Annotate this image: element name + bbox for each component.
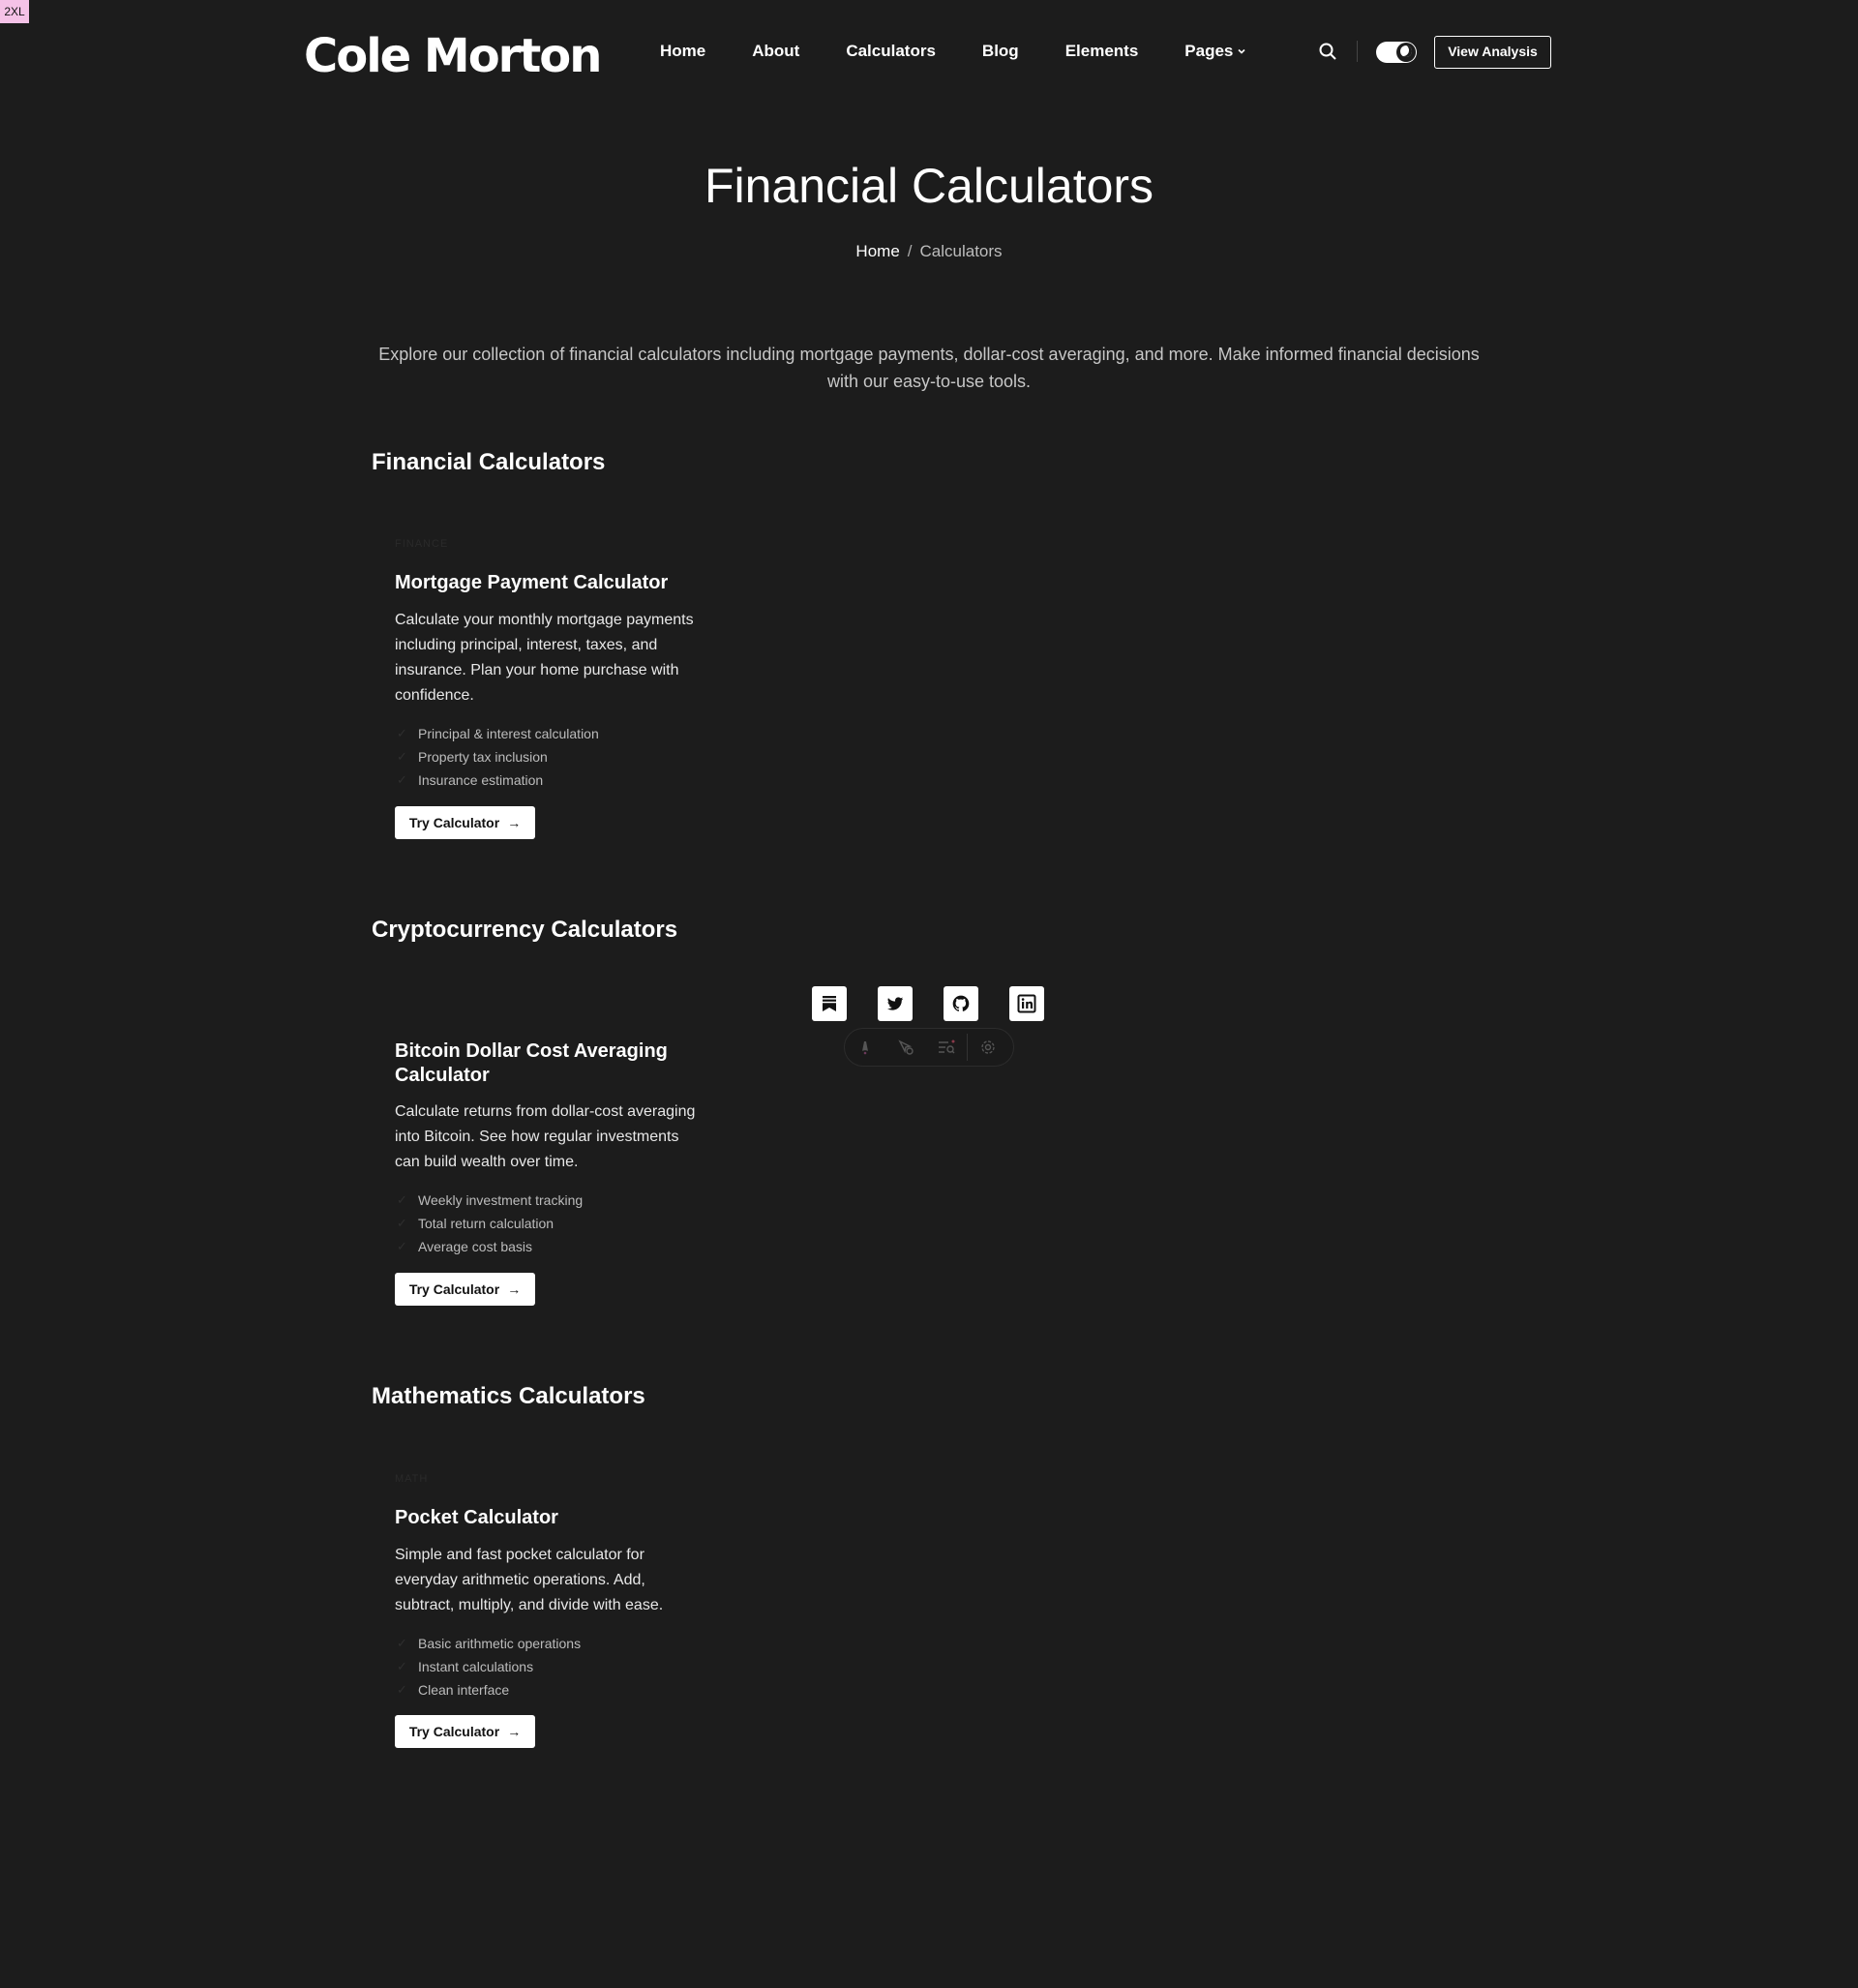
header-divider bbox=[1357, 41, 1358, 62]
nav-pages[interactable]: Pages bbox=[1184, 39, 1246, 64]
theme-toggle[interactable] bbox=[1376, 42, 1417, 63]
try-calculator-label: Try Calculator bbox=[408, 815, 500, 830]
feature-list: ✓ Basic arithmetic operations ✓ Instant ca… bbox=[395, 1632, 581, 1702]
site-header: Cole Morton Home About Calculators Blog … bbox=[0, 0, 1858, 103]
audit-tool-button[interactable] bbox=[926, 1028, 967, 1067]
astro-tool-button[interactable] bbox=[845, 1028, 885, 1067]
try-calculator-label: Try Calculator bbox=[408, 1281, 500, 1297]
list-item: ✓ Weekly investment tracking bbox=[395, 1189, 583, 1212]
astro-icon bbox=[862, 1041, 868, 1055]
section-title-mathematics: Mathematics Calculators bbox=[372, 1383, 645, 1409]
list-item: ✓ Total return calculation bbox=[395, 1212, 583, 1235]
list-item: ✓ Average cost basis bbox=[395, 1235, 583, 1258]
check-icon: ✓ bbox=[397, 749, 407, 764]
try-calculator-button[interactable]: Try Calculator → bbox=[395, 1273, 535, 1306]
nav-calculators-label: Calculators bbox=[846, 42, 936, 60]
floating-toolbar bbox=[844, 1028, 1014, 1067]
list-item: ✓ Instant calculations bbox=[395, 1655, 581, 1678]
search-icon bbox=[1319, 43, 1336, 60]
arrow-right-icon: → bbox=[507, 1724, 522, 1739]
card-title[interactable]: Mortgage Payment Calculator bbox=[395, 571, 704, 595]
breadcrumb: Home / Calculators bbox=[0, 240, 1858, 263]
card-category: MATH bbox=[395, 1473, 429, 1485]
feature-text: Total return calculation bbox=[418, 1216, 554, 1231]
feature-text: Weekly investment tracking bbox=[418, 1192, 584, 1208]
check-icon: ✓ bbox=[397, 726, 407, 740]
main-nav: Home About Calculators Blog Elements Pag… bbox=[660, 39, 1293, 64]
linkedin-icon bbox=[1017, 994, 1036, 1013]
section-title-crypto: Cryptocurrency Calculators bbox=[372, 917, 678, 943]
site-logo[interactable]: Cole Morton bbox=[304, 27, 602, 85]
list-item: ✓ Clean interface bbox=[395, 1678, 581, 1702]
inspect-tool-button[interactable] bbox=[885, 1028, 926, 1067]
intro-text: Explore our collection of financial calc… bbox=[378, 345, 1480, 391]
calculator-card-bitcoin-dca: Bitcoin Dollar Cost Averaging Calculator… bbox=[372, 1005, 708, 1324]
try-calculator-button[interactable]: Try Calculator → bbox=[395, 1715, 535, 1748]
calculator-card-pocket: MATH Pocket Calculator Simple and fast p… bbox=[372, 1473, 708, 1763]
moon-icon bbox=[1396, 43, 1416, 62]
card-title[interactable]: Bitcoin Dollar Cost Averaging Calculator bbox=[395, 1039, 704, 1088]
check-icon: ✓ bbox=[397, 1636, 407, 1650]
check-icon: ✓ bbox=[397, 1216, 407, 1230]
arrow-right-icon: → bbox=[507, 1281, 522, 1297]
feature-text: Property tax inclusion bbox=[418, 749, 548, 765]
card-description: Simple and fast pocket calculator for ev… bbox=[395, 1547, 664, 1613]
list-item: ✓ Basic arithmetic operations bbox=[395, 1632, 581, 1655]
card-description: Calculate your monthly mortgage payments… bbox=[395, 612, 694, 704]
feature-text: Instant calculations bbox=[418, 1659, 534, 1674]
nav-about[interactable]: About bbox=[752, 39, 799, 64]
check-icon: ✓ bbox=[397, 772, 407, 787]
github-icon bbox=[952, 995, 970, 1011]
check-icon: ✓ bbox=[397, 1192, 407, 1207]
social-links bbox=[812, 986, 1044, 1021]
try-calculator-button[interactable]: Try Calculator → bbox=[395, 806, 535, 839]
nav-calculators[interactable]: Calculators bbox=[846, 39, 936, 64]
arrow-right-icon: → bbox=[507, 815, 522, 830]
breadcrumb-current: Calculators bbox=[919, 242, 1003, 260]
nav-elements[interactable]: Elements bbox=[1065, 39, 1139, 64]
feature-text: Insurance estimation bbox=[418, 772, 544, 788]
linkedin-link[interactable] bbox=[1009, 986, 1044, 1021]
nav-about-label: About bbox=[752, 42, 800, 60]
check-icon: ✓ bbox=[397, 1682, 407, 1697]
nav-home-label: Home bbox=[660, 42, 706, 60]
list-item: ✓ Principal & interest calculation bbox=[395, 722, 599, 745]
card-title[interactable]: Pocket Calculator bbox=[395, 1506, 704, 1530]
breadcrumb-home-link[interactable]: Home bbox=[855, 242, 899, 260]
chevron-down-icon bbox=[1238, 48, 1245, 54]
nav-pages-label: Pages bbox=[1184, 42, 1234, 60]
nav-elements-label: Elements bbox=[1064, 42, 1139, 60]
try-calculator-label: Try Calculator bbox=[408, 1724, 500, 1739]
gear-icon bbox=[981, 1040, 995, 1054]
page-title: Financial Calculators bbox=[704, 159, 1154, 213]
card-description: Calculate returns from dollar-cost avera… bbox=[395, 1103, 696, 1170]
card-category: FINANCE bbox=[395, 538, 449, 550]
list-item: ✓ Property tax inclusion bbox=[395, 745, 599, 768]
bookmark-icon bbox=[823, 996, 836, 1011]
github-link[interactable] bbox=[944, 986, 978, 1021]
audit-list-icon bbox=[939, 1039, 955, 1054]
feature-text: Basic arithmetic operations bbox=[418, 1636, 582, 1651]
feature-list: ✓ Principal & interest calculation ✓ Prope… bbox=[395, 722, 599, 792]
calculator-card-mortgage: FINANCE Mortgage Payment Calculator Calc… bbox=[372, 538, 708, 858]
twitter-link[interactable] bbox=[878, 986, 913, 1021]
breadcrumb-separator: / bbox=[907, 242, 913, 260]
twitter-icon bbox=[886, 997, 904, 1010]
feature-text: Average cost basis bbox=[418, 1239, 533, 1254]
feature-list: ✓ Weekly investment tracking ✓ Total retur… bbox=[395, 1189, 583, 1258]
feature-text: Clean interface bbox=[418, 1682, 510, 1698]
settings-tool-button[interactable] bbox=[968, 1028, 1008, 1067]
list-item: ✓ Insurance estimation bbox=[395, 768, 599, 792]
cursor-inspect-icon bbox=[898, 1039, 914, 1055]
section-title-financial: Financial Calculators bbox=[372, 449, 606, 475]
search-button[interactable] bbox=[1317, 41, 1338, 62]
nav-home[interactable]: Home bbox=[660, 39, 705, 64]
view-analysis-button[interactable]: View Analysis bbox=[1434, 36, 1551, 69]
feature-text: Principal & interest calculation bbox=[418, 726, 599, 741]
bookmark-link[interactable] bbox=[812, 986, 847, 1021]
check-icon: ✓ bbox=[397, 1659, 407, 1673]
check-icon: ✓ bbox=[397, 1239, 407, 1253]
nav-blog-label: Blog bbox=[981, 42, 1019, 60]
nav-blog[interactable]: Blog bbox=[982, 39, 1019, 64]
